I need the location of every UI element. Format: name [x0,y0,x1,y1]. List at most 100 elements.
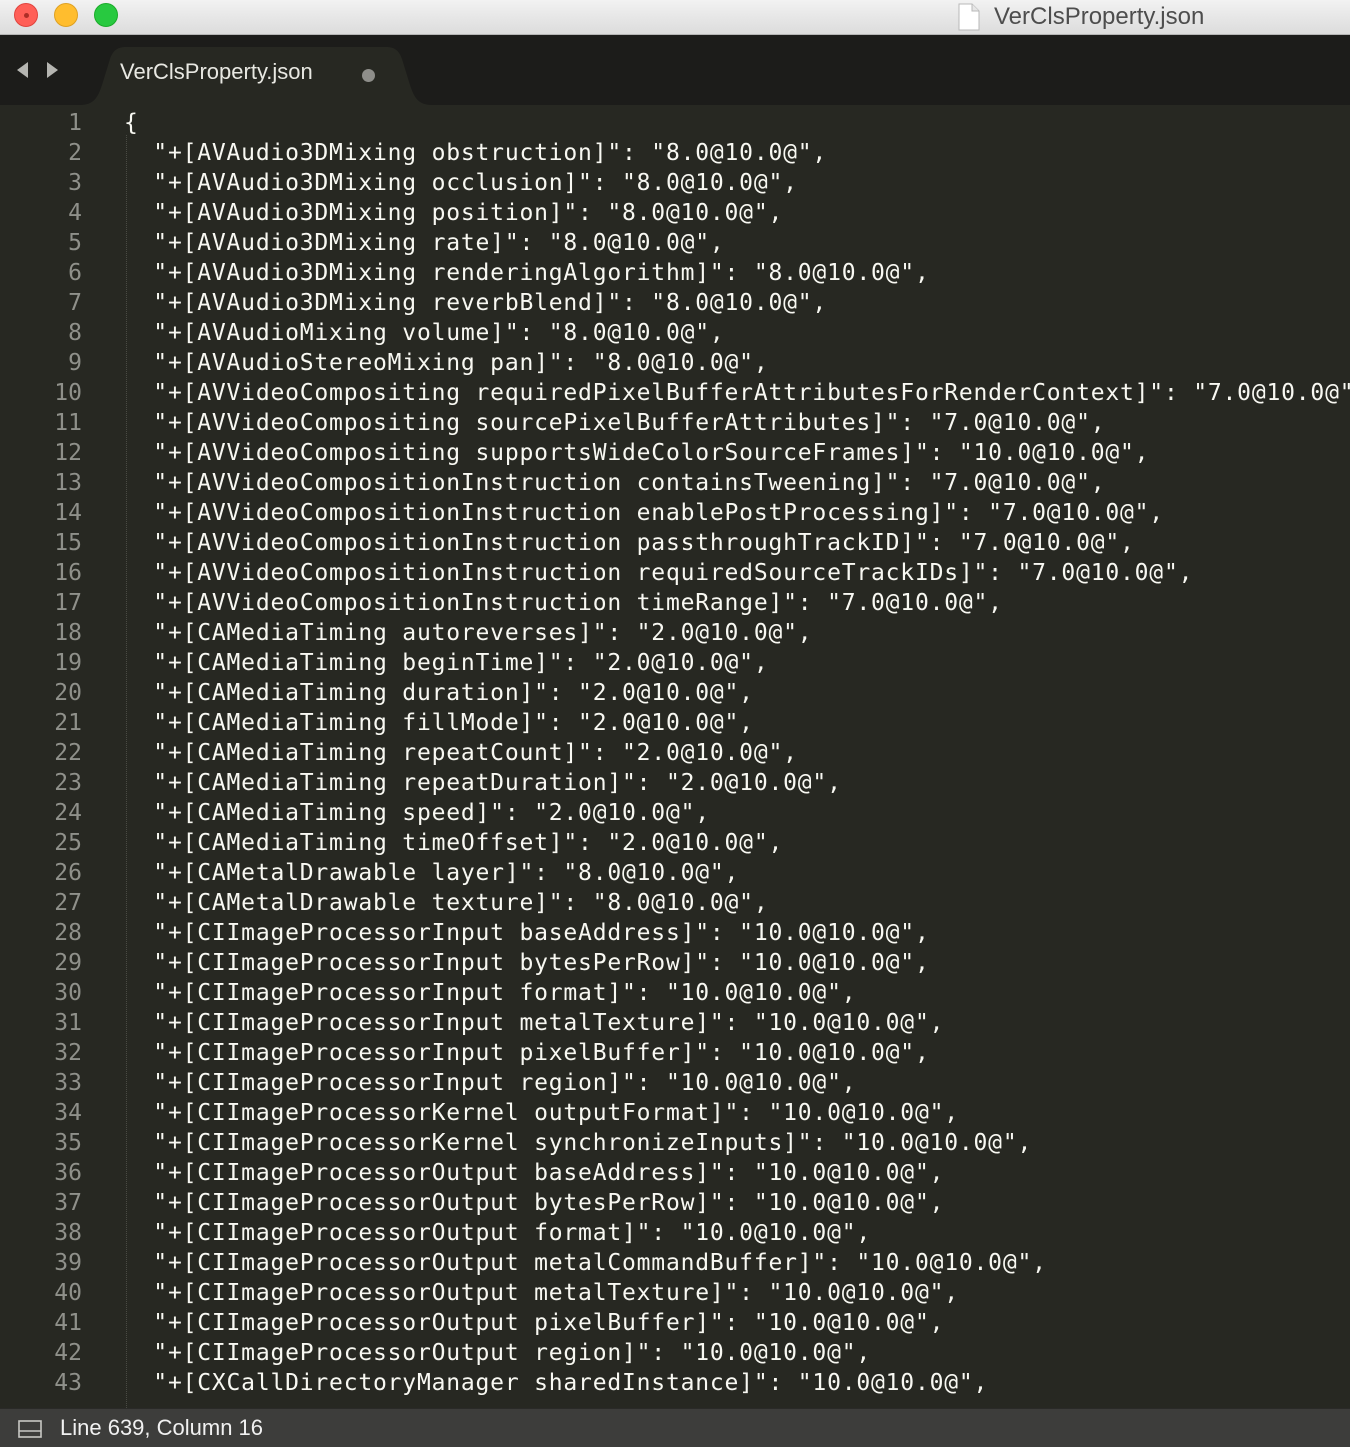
code-line[interactable]: 19 "+[CAMediaTiming beginTime]": "2.0@10… [0,648,1350,678]
previous-tab-arrow-icon[interactable] [14,60,30,80]
code-line[interactable]: 32 "+[CIImageProcessorInput pixelBuffer]… [0,1038,1350,1068]
code-text[interactable]: "+[AVVideoCompositing requiredPixelBuffe… [124,378,1350,408]
code-line[interactable]: 23 "+[CAMediaTiming repeatDuration]": "2… [0,768,1350,798]
code-line[interactable]: 30 "+[CIImageProcessorInput format]": "1… [0,978,1350,1008]
code-text[interactable]: "+[AVAudio3DMixing rate]": "8.0@10.0@", [124,228,725,258]
tab-label[interactable]: VerClsProperty.json [120,59,313,85]
code-text[interactable]: "+[CIImageProcessorOutput pixelBuffer]":… [124,1308,944,1338]
code-text[interactable]: "+[CAMediaTiming beginTime]": "2.0@10.0@… [124,648,768,678]
code-line[interactable]: 1{ [0,108,1350,138]
code-text[interactable]: "+[AVAudioMixing volume]": "8.0@10.0@", [124,318,725,348]
code-text[interactable]: "+[CIImageProcessorInput format]": "10.0… [124,978,856,1008]
code-text[interactable]: "+[CIImageProcessorOutput region]": "10.… [124,1338,871,1368]
code-line[interactable]: 34 "+[CIImageProcessorKernel outputForma… [0,1098,1350,1128]
code-line[interactable]: 18 "+[CAMediaTiming autoreverses]": "2.0… [0,618,1350,648]
code-line[interactable]: 25 "+[CAMediaTiming timeOffset]": "2.0@1… [0,828,1350,858]
code-editor[interactable]: 1{2 "+[AVAudio3DMixing obstruction]": "8… [0,105,1350,1408]
code-text[interactable]: "+[CIImageProcessorKernel synchronizeInp… [124,1128,1032,1158]
code-line[interactable]: 3 "+[AVAudio3DMixing occlusion]": "8.0@1… [0,168,1350,198]
code-text[interactable]: "+[CIImageProcessorInput baseAddress]": … [124,918,930,948]
code-line[interactable]: 37 "+[CIImageProcessorOutput bytesPerRow… [0,1188,1350,1218]
code-line[interactable]: 6 "+[AVAudio3DMixing renderingAlgorithm]… [0,258,1350,288]
code-text[interactable]: "+[CIImageProcessorOutput format]": "10.… [124,1218,871,1248]
unsaved-dot-icon[interactable] [362,69,375,82]
code-line[interactable]: 26 "+[CAMetalDrawable layer]": "8.0@10.0… [0,858,1350,888]
code-text[interactable]: "+[AVVideoCompositionInstruction timeRan… [124,588,1003,618]
code-text[interactable]: "+[AVVideoCompositing supportsWideColorS… [124,438,1149,468]
line-number: 27 [54,890,82,916]
code-text[interactable]: { [124,108,139,138]
code-line[interactable]: 28 "+[CIImageProcessorInput baseAddress]… [0,918,1350,948]
code-line[interactable]: 12 "+[AVVideoCompositing supportsWideCol… [0,438,1350,468]
code-text[interactable]: "+[CAMediaTiming duration]": "2.0@10.0@"… [124,678,754,708]
code-text[interactable]: "+[CIImageProcessorOutput baseAddress]":… [124,1158,944,1188]
code-text[interactable]: "+[AVAudioStereoMixing pan]": "8.0@10.0@… [124,348,768,378]
code-line[interactable]: 4 "+[AVAudio3DMixing position]": "8.0@10… [0,198,1350,228]
line-number: 1 [68,110,82,136]
code-line[interactable]: 10 "+[AVVideoCompositing requiredPixelBu… [0,378,1350,408]
code-line[interactable]: 42 "+[CIImageProcessorOutput region]": "… [0,1338,1350,1368]
code-line[interactable]: 35 "+[CIImageProcessorKernel synchronize… [0,1128,1350,1158]
code-text[interactable]: "+[CAMediaTiming speed]": "2.0@10.0@", [124,798,710,828]
close-window-button[interactable] [14,3,38,27]
code-text[interactable]: "+[AVVideoCompositing sourcePixelBufferA… [124,408,1105,438]
code-text[interactable]: "+[AVVideoCompositionInstruction require… [124,558,1193,588]
code-line[interactable]: 38 "+[CIImageProcessorOutput format]": "… [0,1218,1350,1248]
code-text[interactable]: "+[AVAudio3DMixing position]": "8.0@10.0… [124,198,783,228]
code-line[interactable]: 41 "+[CIImageProcessorOutput pixelBuffer… [0,1308,1350,1338]
code-line[interactable]: 16 "+[AVVideoCompositionInstruction requ… [0,558,1350,588]
code-text[interactable]: "+[CIImageProcessorInput metalTexture]":… [124,1008,944,1038]
code-line[interactable]: 29 "+[CIImageProcessorInput bytesPerRow]… [0,948,1350,978]
code-text[interactable]: "+[CIImageProcessorOutput metalTexture]"… [124,1278,959,1308]
code-text[interactable]: "+[CAMetalDrawable layer]": "8.0@10.0@", [124,858,739,888]
code-line[interactable]: 14 "+[AVVideoCompositionInstruction enab… [0,498,1350,528]
code-text[interactable]: "+[AVVideoCompositionInstruction passthr… [124,528,1135,558]
next-tab-arrow-icon[interactable] [45,60,61,80]
code-text[interactable]: "+[CIImageProcessorOutput bytesPerRow]":… [124,1188,944,1218]
code-line[interactable]: 33 "+[CIImageProcessorInput region]": "1… [0,1068,1350,1098]
line-number: 18 [54,620,82,646]
code-text[interactable]: "+[AVAudio3DMixing obstruction]": "8.0@1… [124,138,827,168]
code-line[interactable]: 24 "+[CAMediaTiming speed]": "2.0@10.0@"… [0,798,1350,828]
panel-toggle-icon[interactable] [18,1420,42,1438]
code-text[interactable]: "+[AVAudio3DMixing occlusion]": "8.0@10.… [124,168,798,198]
minimize-window-button[interactable] [54,3,78,27]
code-line[interactable]: 36 "+[CIImageProcessorOutput baseAddress… [0,1158,1350,1188]
code-line[interactable]: 22 "+[CAMediaTiming repeatCount]": "2.0@… [0,738,1350,768]
code-line[interactable]: 20 "+[CAMediaTiming duration]": "2.0@10.… [0,678,1350,708]
code-line[interactable]: 8 "+[AVAudioMixing volume]": "8.0@10.0@"… [0,318,1350,348]
code-text[interactable]: "+[AVVideoCompositionInstruction contain… [124,468,1105,498]
code-text[interactable]: "+[CAMediaTiming timeOffset]": "2.0@10.0… [124,828,783,858]
code-line[interactable]: 40 "+[CIImageProcessorOutput metalTextur… [0,1278,1350,1308]
code-line[interactable]: 15 "+[AVVideoCompositionInstruction pass… [0,528,1350,558]
code-text[interactable]: "+[AVVideoCompositionInstruction enableP… [124,498,1164,528]
code-line[interactable]: 13 "+[AVVideoCompositionInstruction cont… [0,468,1350,498]
code-line[interactable]: 27 "+[CAMetalDrawable texture]": "8.0@10… [0,888,1350,918]
code-text[interactable]: "+[CAMediaTiming repeatDuration]": "2.0@… [124,768,842,798]
code-line[interactable]: 11 "+[AVVideoCompositing sourcePixelBuff… [0,408,1350,438]
code-line[interactable]: 17 "+[AVVideoCompositionInstruction time… [0,588,1350,618]
code-line[interactable]: 2 "+[AVAudio3DMixing obstruction]": "8.0… [0,138,1350,168]
code-line[interactable]: 39 "+[CIImageProcessorOutput metalComman… [0,1248,1350,1278]
code-text[interactable]: "+[CIImageProcessorInput pixelBuffer]": … [124,1038,930,1068]
code-line[interactable]: 9 "+[AVAudioStereoMixing pan]": "8.0@10.… [0,348,1350,378]
code-text[interactable]: "+[AVAudio3DMixing reverbBlend]": "8.0@1… [124,288,827,318]
code-text[interactable]: "+[CAMediaTiming autoreverses]": "2.0@10… [124,618,812,648]
code-line[interactable]: 5 "+[AVAudio3DMixing rate]": "8.0@10.0@"… [0,228,1350,258]
code-text[interactable]: "+[CIImageProcessorOutput metalCommandBu… [124,1248,1047,1278]
code-text[interactable]: "+[CAMetalDrawable texture]": "8.0@10.0@… [124,888,768,918]
zoom-window-button[interactable] [94,3,118,27]
tab-bar: VerClsProperty.json [0,35,1350,105]
code-text[interactable]: "+[CIImageProcessorKernel outputFormat]"… [124,1098,959,1128]
code-line[interactable]: 21 "+[CAMediaTiming fillMode]": "2.0@10.… [0,708,1350,738]
code-text[interactable]: "+[CAMediaTiming fillMode]": "2.0@10.0@"… [124,708,754,738]
code-text[interactable]: "+[CAMediaTiming repeatCount]": "2.0@10.… [124,738,798,768]
code-text[interactable]: "+[CXCallDirectoryManager sharedInstance… [124,1368,988,1398]
code-line[interactable]: 7 "+[AVAudio3DMixing reverbBlend]": "8.0… [0,288,1350,318]
code-text[interactable]: "+[CIImageProcessorInput bytesPerRow]": … [124,948,930,978]
code-text[interactable]: "+[AVAudio3DMixing renderingAlgorithm]":… [124,258,930,288]
line-number: 37 [54,1190,82,1216]
code-line[interactable]: 31 "+[CIImageProcessorInput metalTexture… [0,1008,1350,1038]
code-text[interactable]: "+[CIImageProcessorInput region]": "10.0… [124,1068,856,1098]
code-line[interactable]: 43 "+[CXCallDirectoryManager sharedInsta… [0,1368,1350,1398]
